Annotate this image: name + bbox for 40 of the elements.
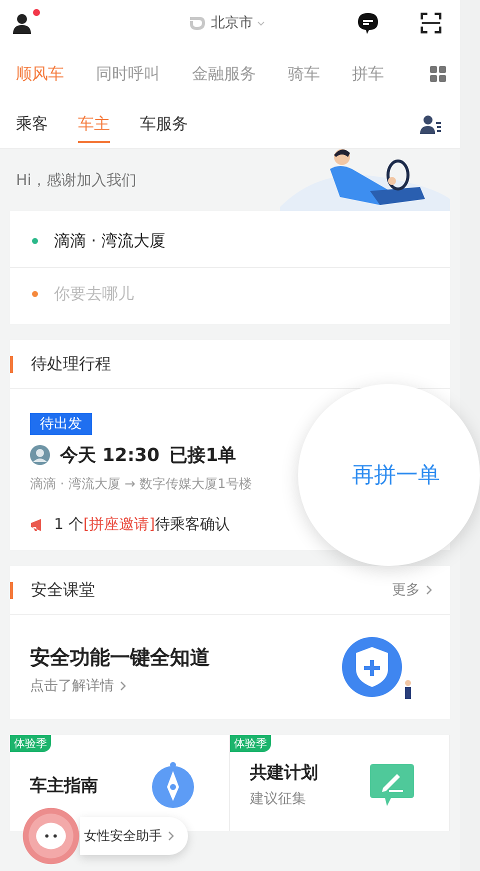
chevron-right-icon — [426, 585, 432, 595]
status-badge: 待出发 — [30, 413, 92, 435]
promo-subtitle: 建议征集 — [250, 790, 307, 808]
avatar-icon — [30, 445, 50, 465]
service-tab[interactable]: 金融服务 — [192, 64, 256, 84]
service-tab[interactable]: 拼车 — [352, 64, 384, 84]
trip-route: 滴滴 · 湾流大厦 → 数字传媒大厦1号楼 — [30, 476, 252, 493]
compass-icon — [151, 761, 195, 809]
chevron-right-icon — [120, 680, 126, 690]
safety-headline: 安全功能一键全知道 — [30, 644, 210, 670]
promo-card[interactable]: 体验季 共建计划 建议征集 — [230, 735, 450, 831]
role-tab[interactable]: 乘客 — [16, 108, 48, 142]
details-link[interactable]: 点击了解详情 — [30, 676, 114, 694]
chat-icon[interactable] — [356, 11, 380, 35]
scan-icon[interactable] — [420, 12, 442, 34]
grid-icon[interactable] — [430, 66, 446, 82]
reorder-button[interactable]: 再拼一单 — [338, 460, 440, 490]
edit-icon — [369, 762, 415, 808]
role-tab[interactable]: 车服务 — [140, 108, 188, 142]
section-title: 安全课堂 — [31, 580, 95, 600]
destination-field[interactable]: 你要去哪儿 — [54, 284, 134, 304]
city-selector[interactable]: 北京市 — [211, 14, 253, 32]
promo-title: 共建计划 — [250, 762, 318, 784]
section-title: 待处理行程 — [31, 354, 111, 374]
chevron-right-icon — [168, 831, 174, 841]
assistant-pill[interactable]: 女性安全助手 — [80, 817, 188, 855]
service-tab[interactable]: 顺风车 — [16, 64, 64, 84]
service-tab[interactable]: 同时呼叫 — [96, 64, 160, 84]
pickup-location[interactable]: 滴滴 · 湾流大厦 — [54, 230, 166, 252]
order-count: 已接1单 — [170, 444, 236, 467]
role-tab[interactable]: 车主 — [78, 108, 110, 142]
trial-badge: 体验季 — [10, 735, 51, 752]
trial-badge: 体验季 — [230, 735, 271, 752]
greeting-text: Hi，感谢加入我们 — [16, 170, 136, 190]
contacts-icon[interactable] — [420, 115, 442, 135]
trip-time: 今天 12:30 — [60, 444, 160, 467]
promo-title: 车主指南 — [30, 774, 98, 796]
notice-text: 1 个[拼座邀请]待乘客确认 — [54, 515, 230, 534]
service-tab[interactable]: 骑车 — [288, 64, 320, 84]
more-link[interactable]: 更多 — [392, 581, 420, 599]
